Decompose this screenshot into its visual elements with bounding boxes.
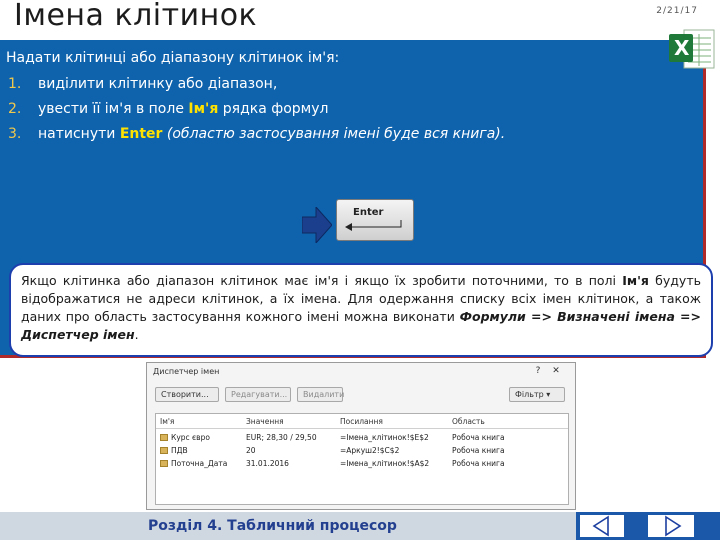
step-number: 1.: [8, 76, 22, 92]
slide-title: Імена клітинок: [14, 0, 258, 33]
col-header-reference[interactable]: Посилання: [340, 417, 383, 426]
next-slide-button[interactable]: [648, 515, 694, 537]
cell-value: 20: [246, 446, 256, 455]
table-row[interactable]: Курс євро EUR; 28,30 / 29,50 =Імена_кліт…: [156, 432, 568, 444]
col-header-scope[interactable]: Область: [452, 417, 485, 426]
names-table: Ім'я Значення Посилання Область Курс євр…: [155, 413, 569, 505]
step-number: 3.: [8, 126, 22, 142]
enter-term: Enter: [119, 126, 163, 142]
dialog-title: Диспетчер імен: [153, 367, 220, 376]
note-text: Якщо клітинка або діапазон клітинок має …: [21, 273, 623, 288]
section-label: Розділ 4. Табличний процесор: [148, 518, 397, 534]
step-text: натиснути: [38, 126, 120, 142]
name-manager-dialog: Диспетчер імен ? ✕ Створити... Редагуват…: [146, 362, 576, 510]
dialog-help-button[interactable]: ?: [531, 366, 545, 377]
filter-label: Фільтр: [515, 390, 544, 399]
name-icon: [160, 460, 168, 467]
step-1: 1. виділити клітинку або діапазон,: [8, 76, 277, 92]
excel-logo-icon: X: [669, 29, 715, 69]
cell-value: EUR; 28,30 / 29,50: [246, 433, 317, 442]
cell-reference: =Імена_клітинок!$E$2: [340, 433, 429, 442]
cell-name: ПДВ: [171, 446, 188, 455]
step-3: 3. натиснути Enter (областю застосування …: [8, 126, 505, 142]
table-row[interactable]: ПДВ 20 =Аркуш2!$C$2 Робоча книга: [156, 445, 568, 457]
cell-scope: Робоча книга: [452, 459, 505, 468]
col-header-value[interactable]: Значення: [246, 417, 284, 426]
header-divider: [156, 428, 568, 429]
name-icon: [160, 434, 168, 441]
enter-key-label: Enter: [353, 207, 384, 218]
nav-divider: [624, 515, 627, 537]
next-slide-icon: [665, 515, 682, 537]
create-button[interactable]: Створити...: [155, 387, 219, 402]
dialog-close-button[interactable]: ✕: [549, 366, 563, 377]
cell-name: Курс євро: [171, 433, 210, 442]
note-text-end: .: [134, 327, 139, 342]
filter-button[interactable]: Фільтр ▾: [509, 387, 565, 402]
note-name-box-term: Ім'я: [622, 273, 649, 288]
step-text: увести її ім'я в поле: [38, 101, 189, 117]
cell-value: 31.01.2016: [246, 459, 289, 468]
arrow-right-icon: [302, 207, 332, 243]
return-arrow-icon: [345, 220, 402, 231]
slide-date: 2/21/17: [656, 6, 698, 16]
delete-button[interactable]: Видалити: [297, 387, 344, 402]
chevron-down-icon: ▾: [546, 390, 551, 399]
enter-key-icon: Enter: [336, 199, 414, 241]
edit-button[interactable]: Редагувати...: [225, 387, 291, 402]
step-text-end: рядка формул: [218, 101, 329, 117]
cell-reference: =Імена_клітинок!$A$2: [340, 459, 430, 468]
intro-text: Надати клітинці або діапазону клітинок і…: [6, 50, 340, 66]
note-box: Якщо клітинка або діапазон клітинок має …: [9, 263, 713, 357]
name-box-term: Ім'я: [188, 101, 219, 117]
name-icon: [160, 447, 168, 454]
prev-slide-icon: [592, 515, 609, 537]
cell-reference: =Аркуш2!$C$2: [340, 446, 400, 455]
svg-text:X: X: [674, 36, 690, 60]
cell-scope: Робоча книга: [452, 446, 505, 455]
step-number: 2.: [8, 101, 22, 117]
prev-slide-button[interactable]: [580, 515, 624, 537]
table-row[interactable]: Поточна_Дата 31.01.2016 =Імена_клітинок!…: [156, 458, 568, 470]
col-header-name[interactable]: Ім'я: [160, 417, 174, 426]
cell-scope: Робоча книга: [452, 433, 505, 442]
step-text: виділити клітинку або діапазон,: [38, 76, 278, 92]
cell-name: Поточна_Дата: [171, 459, 228, 468]
step-2: 2. увести її ім'я в поле Ім'я рядка форму…: [8, 101, 328, 117]
step-note: (областю застосування імені буде вся кни…: [162, 126, 506, 142]
